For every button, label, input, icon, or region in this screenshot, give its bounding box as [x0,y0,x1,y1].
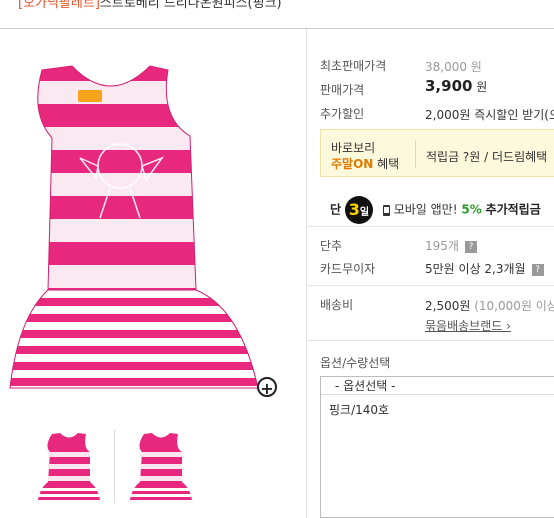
sale-price-unit: 원 [476,80,488,94]
mobile-text: 모바일 앱만! [393,202,458,217]
divider [415,140,416,168]
promo-benefit: 혜택 [373,157,400,171]
option-select-placeholder[interactable]: - 옵션선택 - [321,377,554,395]
extra-discount-link[interactable]: 2,000원 즉시할인 받기(오 [425,106,554,123]
mobile-prefix: 단 [330,202,342,217]
promo-on: 주말ON [331,157,374,171]
sale-price-value: 3,900 [425,77,473,95]
product-name: 스트로베리 드리나온원피스(핑크) [99,0,282,11]
divider [307,285,554,286]
divider [307,226,554,227]
product-main-image [9,65,259,389]
bundle-shipping-link[interactable]: 묶음배송브랜드 › [425,317,511,334]
stock-value: 195개? [425,237,477,254]
help-icon[interactable]: ? [464,240,477,253]
option-label: 옵션/수량선택 [320,356,391,370]
three-day-badge-icon: 3일 [344,196,373,224]
card-interest-label: 카드무이자 [320,262,376,276]
divider [306,29,307,518]
product-thumbnail[interactable] [128,430,194,504]
mobile-percent: 5% [461,202,482,217]
product-title: [오가닉팔레트]스트로베리 드리나온원피스(핑크) [18,0,282,11]
list-price-label: 최초판매가격 [320,59,387,73]
mobile-bonus: 추가적립금 [485,202,541,217]
sale-price: 3,900 원 [425,77,487,95]
stock-label: 단추 [320,239,343,253]
phone-icon [382,204,390,216]
mobile-app-promo: 단 3일 모바일 앱만! 5% 추가적립금 [330,196,541,224]
divider [114,430,115,504]
list-price: 38,000 원 [425,60,482,74]
card-interest-value: 5만원 이상 2,3개월? [425,260,544,277]
promo-subtitle: 주말ON 혜택 [331,155,399,172]
brand-tag[interactable]: [오가닉팔레트] [18,0,100,11]
promo-points: 적립금 ?원 / 더드림혜택 [426,150,548,164]
extra-discount-label: 추가할인 [320,107,365,121]
help-icon[interactable]: ? [531,263,544,276]
shipping-label: 배송비 [320,298,354,312]
option-item[interactable]: 핑크/140호 [329,401,389,418]
sale-price-label: 판매가격 [320,83,365,97]
divider [307,340,554,341]
divider [0,28,554,29]
zoom-icon[interactable]: + [257,377,277,398]
shipping-value: 2,500원 (10,000원 이상 [425,299,554,313]
weekend-promo-banner[interactable]: 바로보리 주말ON 혜택 적립금 ?원 / 더드림혜택 [320,129,554,177]
promo-title: 바로보리 [331,141,376,155]
product-thumbnail[interactable] [36,430,102,504]
option-listbox[interactable]: - 옵션선택 - 핑크/140호 [320,376,554,518]
